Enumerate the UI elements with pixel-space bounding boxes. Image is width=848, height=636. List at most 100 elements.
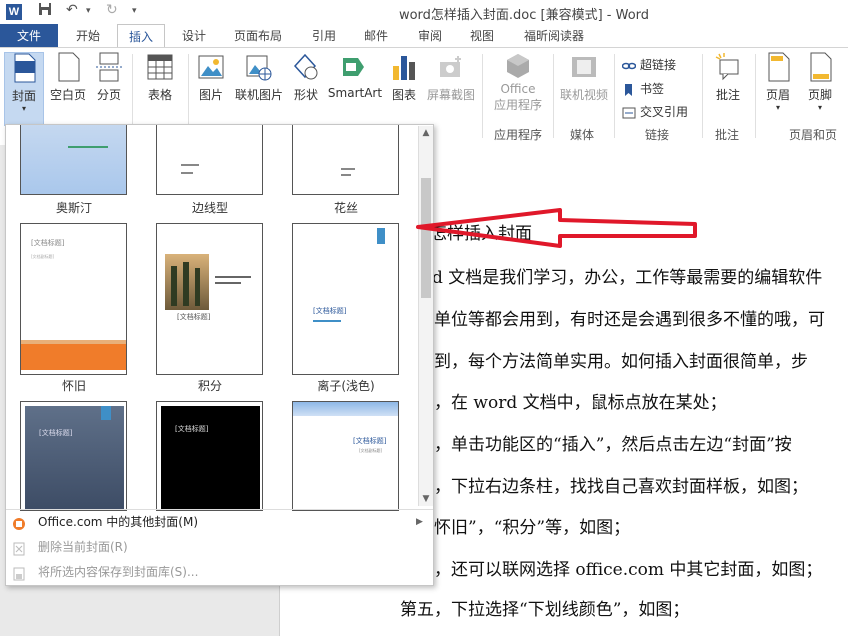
save-to-gallery-menu-item[interactable]: 将所选内容保存到封面库(S)... — [6, 560, 431, 584]
scroll-down-icon[interactable]: ▼ — [419, 492, 433, 506]
separator — [755, 54, 756, 138]
screenshot-label: 屏幕截图 — [426, 88, 475, 102]
separator — [553, 54, 554, 138]
office-apps-label-line1: Office — [500, 82, 536, 96]
blank-page-icon — [55, 52, 81, 82]
picture-label: 图片 — [198, 88, 223, 102]
tab-design[interactable]: 设计 — [170, 24, 218, 48]
tab-insert[interactable]: 插入 — [117, 24, 165, 48]
page-break-icon — [96, 52, 122, 82]
hyperlink-button[interactable]: 超链接 — [621, 56, 677, 73]
online-video-button[interactable]: 联机视频 — [558, 52, 610, 103]
cover-thumb-integral[interactable]: [文档标题] — [156, 223, 263, 375]
cover-name: 花丝 — [333, 201, 358, 215]
comment-label: 批注 — [715, 88, 740, 102]
blank-page-button[interactable]: 空白页 — [47, 52, 89, 103]
cover-dropdown-icon: ▾ — [21, 104, 26, 113]
doc-line: 到，每个方法简单实用。如何插入封面很简单，步 — [434, 352, 808, 372]
doc-line: ，单击功能区的“插入”，然后点击左边“封面”按 — [434, 435, 792, 455]
window-title: word怎样插入封面.doc [兼容模式] - Word — [398, 8, 650, 23]
tab-home[interactable]: 开始 — [64, 24, 112, 48]
more-covers-label: Office.com 中的其他封面(M) — [38, 515, 199, 529]
thumb-title-text: [文档标题] — [313, 307, 347, 315]
doc-line: 怀旧”，“积分”等，如图； — [434, 518, 631, 538]
cover-page-icon — [11, 53, 37, 83]
cover-name: 边线型 — [191, 201, 228, 215]
tab-foxit[interactable]: 福昕阅读器 — [514, 24, 594, 48]
film-icon — [571, 52, 597, 82]
cover-label: 封面 — [11, 89, 36, 103]
red-annotation-arrow-icon — [416, 208, 697, 248]
tab-references[interactable]: 引用 — [300, 24, 348, 48]
scroll-up-icon[interactable]: ▲ — [419, 126, 433, 140]
header-label: 页眉 — [765, 88, 790, 102]
header-button[interactable]: 页眉 ▾ — [760, 52, 796, 112]
page-break-button[interactable]: 分页 — [92, 52, 126, 103]
footer-button[interactable]: 页脚 ▾ — [802, 52, 838, 112]
bookmark-button[interactable]: 书签 — [622, 80, 664, 97]
link-icon — [621, 60, 637, 72]
office-apps-icon — [505, 52, 531, 82]
online-picture-button[interactable]: 联机图片 — [232, 52, 286, 103]
gallery-scrollbar[interactable]: ▲ ▼ — [418, 126, 433, 506]
cover-button[interactable]: 封面 ▾ — [4, 52, 44, 126]
cover-thumb-vintage[interactable]: [文档标题] [文档副标题] — [20, 223, 127, 375]
tab-view[interactable]: 视图 — [458, 24, 506, 48]
cross-reference-label: 交叉引用 — [640, 105, 689, 119]
online-video-label: 联机视频 — [559, 88, 608, 102]
office-apps-label-line2: 应用程序 — [493, 98, 542, 112]
cover-thumb-wave[interactable]: [文档标题] [文档副标题] — [292, 401, 399, 511]
doc-line: ，在 word 文档中，鼠标点放在某处； — [434, 393, 727, 413]
group-comment-label: 批注 — [715, 128, 740, 142]
shapes-button[interactable]: 形状 — [289, 52, 323, 103]
shapes-icon — [293, 52, 319, 82]
chart-button[interactable]: 图表 — [388, 52, 420, 103]
footer-icon — [807, 52, 833, 82]
bookmark-label: 书签 — [640, 82, 665, 96]
doc-line: 单位等都会用到，有时还是会遇到很多不懂的哦，可 — [434, 310, 825, 330]
save-to-gallery-icon — [12, 565, 26, 581]
tab-layout[interactable]: 页面布局 — [226, 24, 290, 48]
cover-thumb-ion-light[interactable]: [文档标题] — [292, 223, 399, 375]
separator — [702, 54, 703, 138]
blank-page-label: 空白页 — [49, 88, 86, 102]
cross-reference-icon — [622, 107, 636, 119]
tab-mailings[interactable]: 邮件 — [352, 24, 400, 48]
smartart-icon — [342, 52, 368, 82]
separator — [482, 54, 483, 138]
comment-button[interactable]: 批注 — [708, 52, 748, 103]
more-covers-menu-item[interactable]: Office.com 中的其他封面(M) ▶ — [6, 510, 431, 534]
header-dropdown-icon: ▾ — [775, 103, 780, 112]
cover-name: 离子(浅色) — [317, 379, 375, 393]
office-apps-button[interactable]: Office 应用程序 — [486, 52, 550, 113]
tab-file[interactable]: 文件 — [0, 24, 58, 48]
cover-name: 奥斯汀 — [55, 201, 92, 215]
hyperlink-label: 超链接 — [640, 58, 677, 72]
chart-label: 图表 — [391, 88, 416, 102]
table-label: 表格 — [147, 88, 172, 102]
thumb-subtitle-text: [文档副标题] — [31, 254, 55, 259]
table-button[interactable]: 表格 — [140, 52, 180, 103]
remove-cover-menu-item[interactable]: 删除当前封面(R) — [6, 535, 431, 559]
thumb-title-text: [文档标题] — [31, 239, 65, 247]
ribbon-tabs: 文件 开始 插入 设计 页面布局 引用 邮件 审阅 视图 福昕阅读器 — [0, 24, 848, 48]
camera-icon — [438, 52, 464, 82]
cross-reference-button[interactable]: 交叉引用 — [622, 103, 688, 120]
online-picture-label: 联机图片 — [234, 88, 283, 102]
smartart-button[interactable]: SmartArt — [326, 52, 384, 100]
group-media-label: 媒体 — [570, 128, 595, 142]
picture-button[interactable]: 图片 — [193, 52, 229, 103]
cover-thumb-austin[interactable] — [20, 125, 127, 195]
thumb-title-text: [文档标题] — [177, 313, 211, 321]
thumb-title-text: [文档标题] — [175, 425, 209, 433]
cover-thumb-sideline[interactable] — [156, 125, 263, 195]
cover-thumb-filigree[interactable] — [292, 125, 399, 195]
smartart-label: SmartArt — [327, 86, 383, 100]
tab-review[interactable]: 审阅 — [406, 24, 454, 48]
screenshot-button[interactable]: 屏幕截图 — [425, 52, 477, 103]
cover-name: 怀旧 — [61, 379, 86, 393]
page-break-label: 分页 — [96, 88, 121, 102]
cover-thumb-dark-blue[interactable]: [文档标题] — [20, 401, 127, 511]
cover-thumb-black[interactable]: [文档标题] — [156, 401, 263, 511]
footer-dropdown-icon: ▾ — [817, 103, 822, 112]
